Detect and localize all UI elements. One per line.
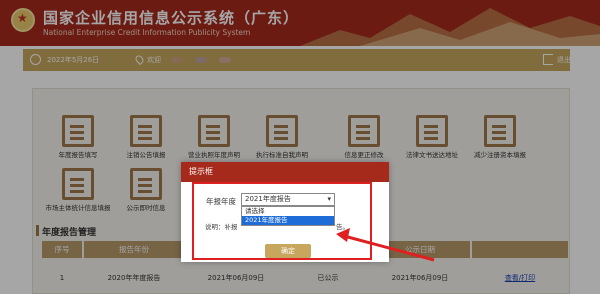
year-field-label: 年报年度	[206, 197, 236, 206]
report-year-select[interactable]: 2021年度报告 ▾	[241, 193, 335, 206]
red-arrow-annotation	[336, 228, 435, 262]
dropdown-option[interactable]: 请选择	[242, 207, 334, 216]
confirm-button[interactable]: 确定	[265, 244, 311, 258]
dialog-title: 提示框	[181, 162, 389, 182]
dropdown-option-selected[interactable]: 2021年度报告	[242, 216, 334, 225]
year-dropdown-list: 请选择 2021年度报告	[241, 206, 335, 226]
select-value: 2021年度报告	[245, 195, 291, 203]
dialog-note: 说明：补报	[205, 223, 238, 231]
chevron-down-icon: ▾	[327, 195, 331, 203]
